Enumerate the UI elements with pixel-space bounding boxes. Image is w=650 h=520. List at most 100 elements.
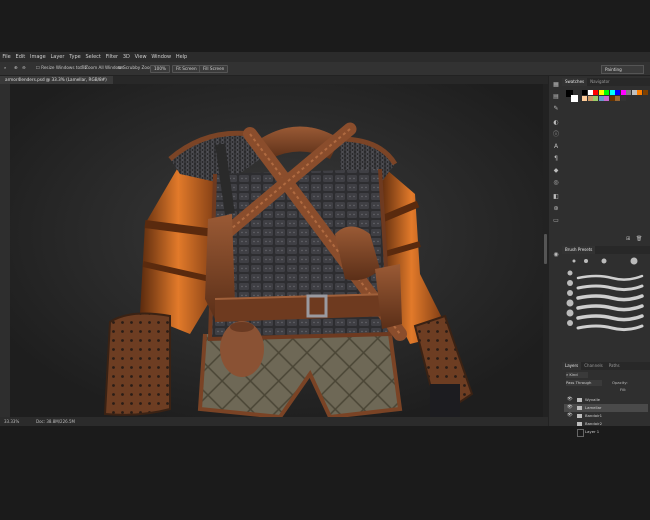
- right-panels: Swatches Navigator ⊞ 🗑 Brush Presets Lay…: [562, 76, 650, 437]
- clone-source-icon[interactable]: ⊛: [552, 206, 560, 212]
- menu-filter[interactable]: Filter: [103, 52, 120, 62]
- options-bar: ⌕ ⊕ ⊖ ☐ Resize Windows to Fit ☐ Zoom All…: [0, 62, 650, 76]
- menu-select[interactable]: Select: [83, 52, 103, 62]
- folder-icon: [577, 398, 582, 402]
- color-swatch[interactable]: [615, 90, 620, 95]
- brush-icon[interactable]: ✎: [552, 106, 560, 112]
- adjustments-icon[interactable]: ◐: [552, 120, 560, 126]
- scrollbar-thumb[interactable]: [544, 234, 547, 264]
- menu-window[interactable]: Window: [149, 52, 174, 62]
- color-swatch[interactable]: [620, 90, 626, 95]
- character-icon[interactable]: A: [552, 144, 560, 150]
- tab-swatches[interactable]: Swatches: [562, 78, 588, 86]
- brush-preset-list[interactable]: [562, 256, 650, 356]
- layer-row[interactable]: Bandoir2: [564, 420, 648, 428]
- status-bar: 33.33% Doc: 38.8M/226.5M: [0, 417, 548, 426]
- color-swatch[interactable]: [637, 90, 642, 95]
- menu-bar: File Edit Image Layer Type Select Filter 3D View…: [0, 52, 650, 62]
- properties-icon[interactable]: ▤: [552, 94, 560, 100]
- color-swatch[interactable]: [604, 96, 609, 101]
- zoom-in-icon[interactable]: ⊕: [14, 65, 18, 71]
- kind-label: Kind: [569, 372, 578, 377]
- styles-icon[interactable]: ◎: [552, 180, 560, 186]
- workspace-select[interactable]: Painting: [601, 64, 644, 74]
- layer-thumbnail: [577, 428, 584, 437]
- background-color-swatch[interactable]: [571, 95, 578, 102]
- panel-icon-strip: ▦ ▤ ✎ ◐ ⓘ A ¶ ◆ ◎ ◧ ⊛ ▭ ◉: [548, 76, 563, 426]
- document-canvas[interactable]: [10, 84, 543, 417]
- tab-brush-presets[interactable]: Brush Presets: [562, 246, 596, 254]
- tab-paths[interactable]: Paths: [606, 362, 623, 370]
- 3d-icon[interactable]: ◉: [552, 252, 560, 258]
- layer-list: 👁 Wyvalle 👁 Lamellar 👁 Bandoir1 Bandoir2 Layer …: [562, 396, 650, 466]
- info-icon[interactable]: ⓘ: [552, 132, 560, 138]
- zoom-100-button[interactable]: 100%: [150, 65, 170, 73]
- layer-name: Bandoir1: [585, 413, 603, 418]
- menu-layer[interactable]: Layer: [48, 52, 67, 62]
- visibility-eye-icon[interactable]: 👁: [567, 404, 573, 412]
- fit-screen-button[interactable]: Fit Screen: [172, 65, 201, 73]
- paragraph-icon[interactable]: ¶: [552, 156, 560, 162]
- color-swatch[interactable]: [631, 90, 637, 95]
- menu-view[interactable]: View: [132, 52, 149, 62]
- folder-icon: [577, 422, 582, 426]
- swatches-tabs: Swatches Navigator: [562, 78, 650, 86]
- doc-size-status[interactable]: Doc: 38.8M/226.5M: [36, 417, 75, 426]
- layer-row[interactable]: 👁 Wyvalle: [564, 396, 648, 404]
- tab-navigator[interactable]: Navigator: [587, 78, 613, 86]
- toolbox: [0, 84, 10, 417]
- document-tab[interactable]: armor4lenders.psd @ 33.3% (Lamellar, RGB…: [0, 76, 113, 84]
- brush-presets-tabs: Brush Presets: [562, 246, 650, 254]
- fill-label: Fill:: [620, 387, 627, 392]
- color-swatch[interactable]: [609, 96, 615, 101]
- delete-swatch-icon[interactable]: 🗑: [636, 236, 642, 242]
- color-swatch[interactable]: [593, 90, 598, 95]
- folder-icon: [577, 406, 582, 410]
- folder-icon: [577, 414, 582, 418]
- fill-screen-button[interactable]: Fill Screen: [199, 65, 229, 73]
- menu-file[interactable]: File: [0, 52, 13, 62]
- tab-layers[interactable]: Layers: [562, 362, 582, 370]
- layer-name: Lamellar: [585, 405, 602, 410]
- scrubby-zoom-checkbox[interactable]: ☑ Scrubby Zoom: [118, 65, 154, 71]
- color-swatch[interactable]: [582, 90, 587, 95]
- menu-type[interactable]: Type: [67, 52, 83, 62]
- color-swatch[interactable]: [598, 96, 604, 101]
- zoom-status[interactable]: 33.33%: [4, 417, 19, 426]
- color-swatch[interactable]: [598, 90, 604, 95]
- menu-image[interactable]: Image: [28, 52, 48, 62]
- tab-channels[interactable]: Channels: [581, 362, 606, 370]
- blend-mode-select[interactable]: Pass Through: [566, 380, 602, 386]
- layer-row[interactable]: 👁 Lamellar: [564, 404, 648, 412]
- document-tab-bar: armor4lenders.psd @ 33.3% (Lamellar, RGB…: [0, 76, 548, 84]
- new-swatch-icon[interactable]: ⊞: [626, 236, 630, 242]
- color-swatch[interactable]: [609, 90, 615, 95]
- menu-help[interactable]: Help: [173, 52, 189, 62]
- color-swatch[interactable]: [587, 96, 593, 101]
- color-swatch[interactable]: [626, 90, 631, 95]
- opacity-label: Opacity:: [612, 380, 628, 385]
- layer-row[interactable]: Layer 1: [564, 428, 648, 437]
- visibility-eye-icon[interactable]: 👁: [567, 412, 573, 420]
- history-icon[interactable]: ▦: [552, 82, 560, 88]
- color-swatch[interactable]: [620, 96, 626, 101]
- layer-row[interactable]: 👁 Bandoir1: [564, 412, 648, 420]
- color-swatch[interactable]: [642, 90, 648, 95]
- menu-3d[interactable]: 3D: [120, 52, 132, 62]
- color-swatch[interactable]: [593, 96, 598, 101]
- color-swatch[interactable]: [587, 90, 593, 95]
- zoom-out-icon[interactable]: ⊖: [22, 65, 26, 71]
- layer-name: Bandoir2: [585, 421, 603, 426]
- color-swatch[interactable]: [604, 90, 609, 95]
- resize-windows-checkbox[interactable]: ☐ Resize Windows to Fit: [36, 65, 86, 71]
- visibility-eye-icon[interactable]: 👁: [567, 396, 573, 404]
- color-swatch[interactable]: [582, 96, 587, 101]
- layer-comps-icon[interactable]: ◧: [552, 194, 560, 200]
- layer-filter-kind[interactable]: ⌕ Kind: [566, 372, 588, 378]
- zoom-tool-icon[interactable]: ⌕: [4, 65, 6, 71]
- color-swatch[interactable]: [615, 96, 620, 101]
- timeline-icon[interactable]: ▭: [552, 218, 560, 224]
- menu-edit[interactable]: Edit: [13, 52, 27, 62]
- layer-name: Layer 1: [585, 429, 600, 434]
- color-icon[interactable]: ◆: [552, 168, 560, 174]
